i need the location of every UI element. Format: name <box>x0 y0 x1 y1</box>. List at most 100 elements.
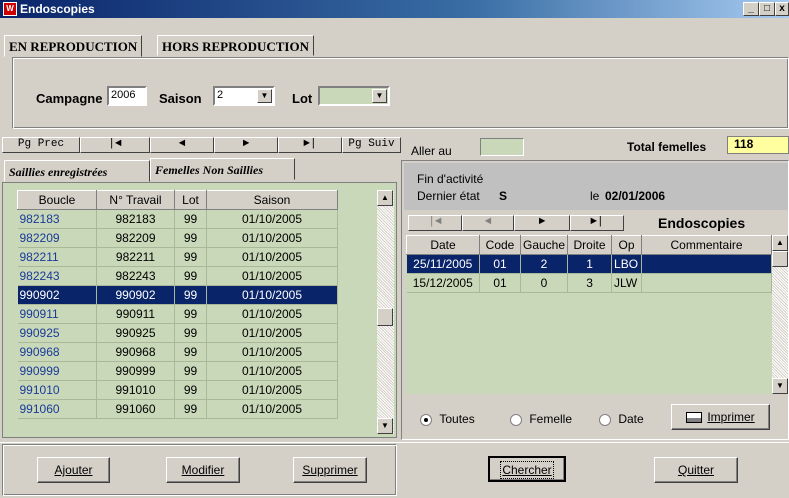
table-cell[interactable]: 01/10/2005 <box>206 323 338 343</box>
maximize-button[interactable]: □ <box>759 2 775 16</box>
minimize-button[interactable]: _ <box>743 2 759 16</box>
prev-record-button[interactable]: ◄ <box>150 137 214 153</box>
table-cell[interactable]: JLW <box>611 273 643 293</box>
table-cell[interactable]: 01/10/2005 <box>206 304 338 324</box>
table-cell[interactable]: 01/10/2005 <box>206 209 338 229</box>
ajouter-button[interactable]: Ajouter <box>37 457 110 483</box>
endo-prev-button[interactable]: ◄ <box>462 215 514 231</box>
table-cell[interactable]: 982209 <box>96 228 175 248</box>
table-cell[interactable]: 01/10/2005 <box>206 380 338 400</box>
table-cell[interactable]: 99 <box>174 399 207 419</box>
table-cell[interactable]: 982183 <box>96 209 175 229</box>
table-cell[interactable]: 982211 <box>96 247 175 267</box>
endo-scrollbar[interactable]: ▲ ▼ <box>772 235 788 394</box>
table-cell[interactable]: 01/10/2005 <box>206 228 338 248</box>
table-cell[interactable]: 01/10/2005 <box>206 399 338 419</box>
table-cell[interactable]: 01/10/2005 <box>206 266 338 286</box>
col-numero-travail[interactable]: N° Travail <box>96 190 175 210</box>
table-row[interactable]: 982183 982183 99 01/10/2005 <box>17 209 338 229</box>
pg-prec-button[interactable]: Pg Prec <box>2 137 80 153</box>
col-gauche[interactable]: Gauche <box>519 235 569 255</box>
scroll-thumb[interactable] <box>772 251 788 267</box>
table-cell[interactable]: 990968 <box>96 342 175 362</box>
scroll-up-icon[interactable]: ▲ <box>377 190 393 206</box>
col-droite[interactable]: Droite <box>567 235 613 255</box>
col-op[interactable]: Op <box>611 235 643 255</box>
imprimer-button[interactable]: Imprimer <box>671 404 770 430</box>
table-cell[interactable]: LBO <box>611 254 643 274</box>
col-lot[interactable]: Lot <box>174 190 207 210</box>
endo-last-button[interactable]: ►| <box>570 215 624 231</box>
table-cell[interactable]: 99 <box>174 304 207 324</box>
radio-date-indicator[interactable] <box>599 413 611 426</box>
table-cell[interactable]: 990902 <box>96 285 175 305</box>
table-row[interactable]: 990902 990902 99 01/10/2005 <box>17 285 338 305</box>
table-row[interactable]: 991060 991060 99 01/10/2005 <box>17 399 338 419</box>
tab-femelles-non-saillies[interactable]: Femelles Non Saillies <box>150 158 295 180</box>
col-saison[interactable]: Saison <box>206 190 338 210</box>
next-record-button[interactable]: ► <box>214 137 278 153</box>
table-cell[interactable]: 990999 <box>96 361 175 381</box>
table-cell[interactable]: 990999 <box>17 361 97 381</box>
endo-first-button[interactable]: |◄ <box>408 215 462 231</box>
table-cell[interactable]: 99 <box>174 228 207 248</box>
table-cell[interactable]: 982243 <box>96 266 175 286</box>
table-cell[interactable]: 99 <box>174 361 207 381</box>
table-row[interactable]: 990911 990911 99 01/10/2005 <box>17 304 338 324</box>
table-cell[interactable]: 991060 <box>17 399 97 419</box>
table-cell[interactable]: 25/11/2005 <box>406 254 480 274</box>
chercher-button[interactable]: Chercher <box>488 456 566 482</box>
scroll-down-icon[interactable]: ▼ <box>772 378 788 394</box>
table-row[interactable]: 25/11/2005 01 2 1 LBO <box>406 254 772 274</box>
chevron-down-icon[interactable]: ▼ <box>372 89 387 103</box>
aller-au-input[interactable] <box>480 138 524 156</box>
table-cell[interactable]: 2 <box>520 254 569 274</box>
table-cell[interactable]: 982209 <box>17 228 97 248</box>
table-cell[interactable]: 01/10/2005 <box>206 247 338 267</box>
table-cell[interactable]: 982243 <box>17 266 97 286</box>
table-cell[interactable]: 982183 <box>17 209 97 229</box>
table-cell[interactable]: 99 <box>174 247 207 267</box>
table-row[interactable]: 15/12/2005 01 0 3 JLW <box>406 273 772 293</box>
table-row[interactable]: 990925 990925 99 01/10/2005 <box>17 323 338 343</box>
table-cell[interactable]: 1 <box>567 254 613 274</box>
first-record-button[interactable]: |◄ <box>80 137 150 153</box>
pg-suiv-button[interactable]: Pg Suiv <box>342 137 401 153</box>
table-cell[interactable] <box>641 254 772 274</box>
radio-toutes[interactable]: Toutes <box>420 412 475 426</box>
table-cell[interactable] <box>641 273 772 293</box>
table-row[interactable]: 990999 990999 99 01/10/2005 <box>17 361 338 381</box>
table-cell[interactable]: 990902 <box>17 285 97 305</box>
table-cell[interactable]: 990925 <box>96 323 175 343</box>
scroll-thumb[interactable] <box>377 308 393 326</box>
table-cell[interactable]: 3 <box>567 273 613 293</box>
endo-next-button[interactable]: ► <box>514 215 570 231</box>
table-row[interactable]: 982243 982243 99 01/10/2005 <box>17 266 338 286</box>
tab-saillies-enregistrees[interactable]: Saillies enregistrées <box>4 160 150 182</box>
table-row[interactable]: 991010 991010 99 01/10/2005 <box>17 380 338 400</box>
table-cell[interactable]: 01 <box>479 273 521 293</box>
table-cell[interactable]: 99 <box>174 323 207 343</box>
radio-femelle-indicator[interactable] <box>510 413 522 426</box>
table-cell[interactable]: 991010 <box>17 380 97 400</box>
table-cell[interactable]: 990911 <box>96 304 175 324</box>
table-cell[interactable]: 990968 <box>17 342 97 362</box>
table-row[interactable]: 982211 982211 99 01/10/2005 <box>17 247 338 267</box>
scroll-up-icon[interactable]: ▲ <box>772 235 788 251</box>
modifier-button[interactable]: Modifier <box>166 457 240 483</box>
quitter-button[interactable]: Quitter <box>654 457 738 483</box>
table-cell[interactable]: 01/10/2005 <box>206 361 338 381</box>
col-boucle[interactable]: Boucle <box>17 190 97 210</box>
femelles-scrollbar[interactable]: ▲ ▼ <box>377 190 394 434</box>
scroll-down-icon[interactable]: ▼ <box>377 418 393 434</box>
supprimer-button[interactable]: Supprimer <box>293 457 367 483</box>
table-cell[interactable]: 99 <box>174 285 207 305</box>
table-cell[interactable]: 99 <box>174 266 207 286</box>
table-cell[interactable]: 01 <box>479 254 521 274</box>
table-cell[interactable]: 982211 <box>17 247 97 267</box>
radio-femelle[interactable]: Femelle <box>510 412 572 426</box>
table-cell[interactable]: 990911 <box>17 304 97 324</box>
campagne-input[interactable]: 2006 <box>107 86 147 106</box>
table-row[interactable]: 990968 990968 99 01/10/2005 <box>17 342 338 362</box>
table-cell[interactable]: 99 <box>174 380 207 400</box>
